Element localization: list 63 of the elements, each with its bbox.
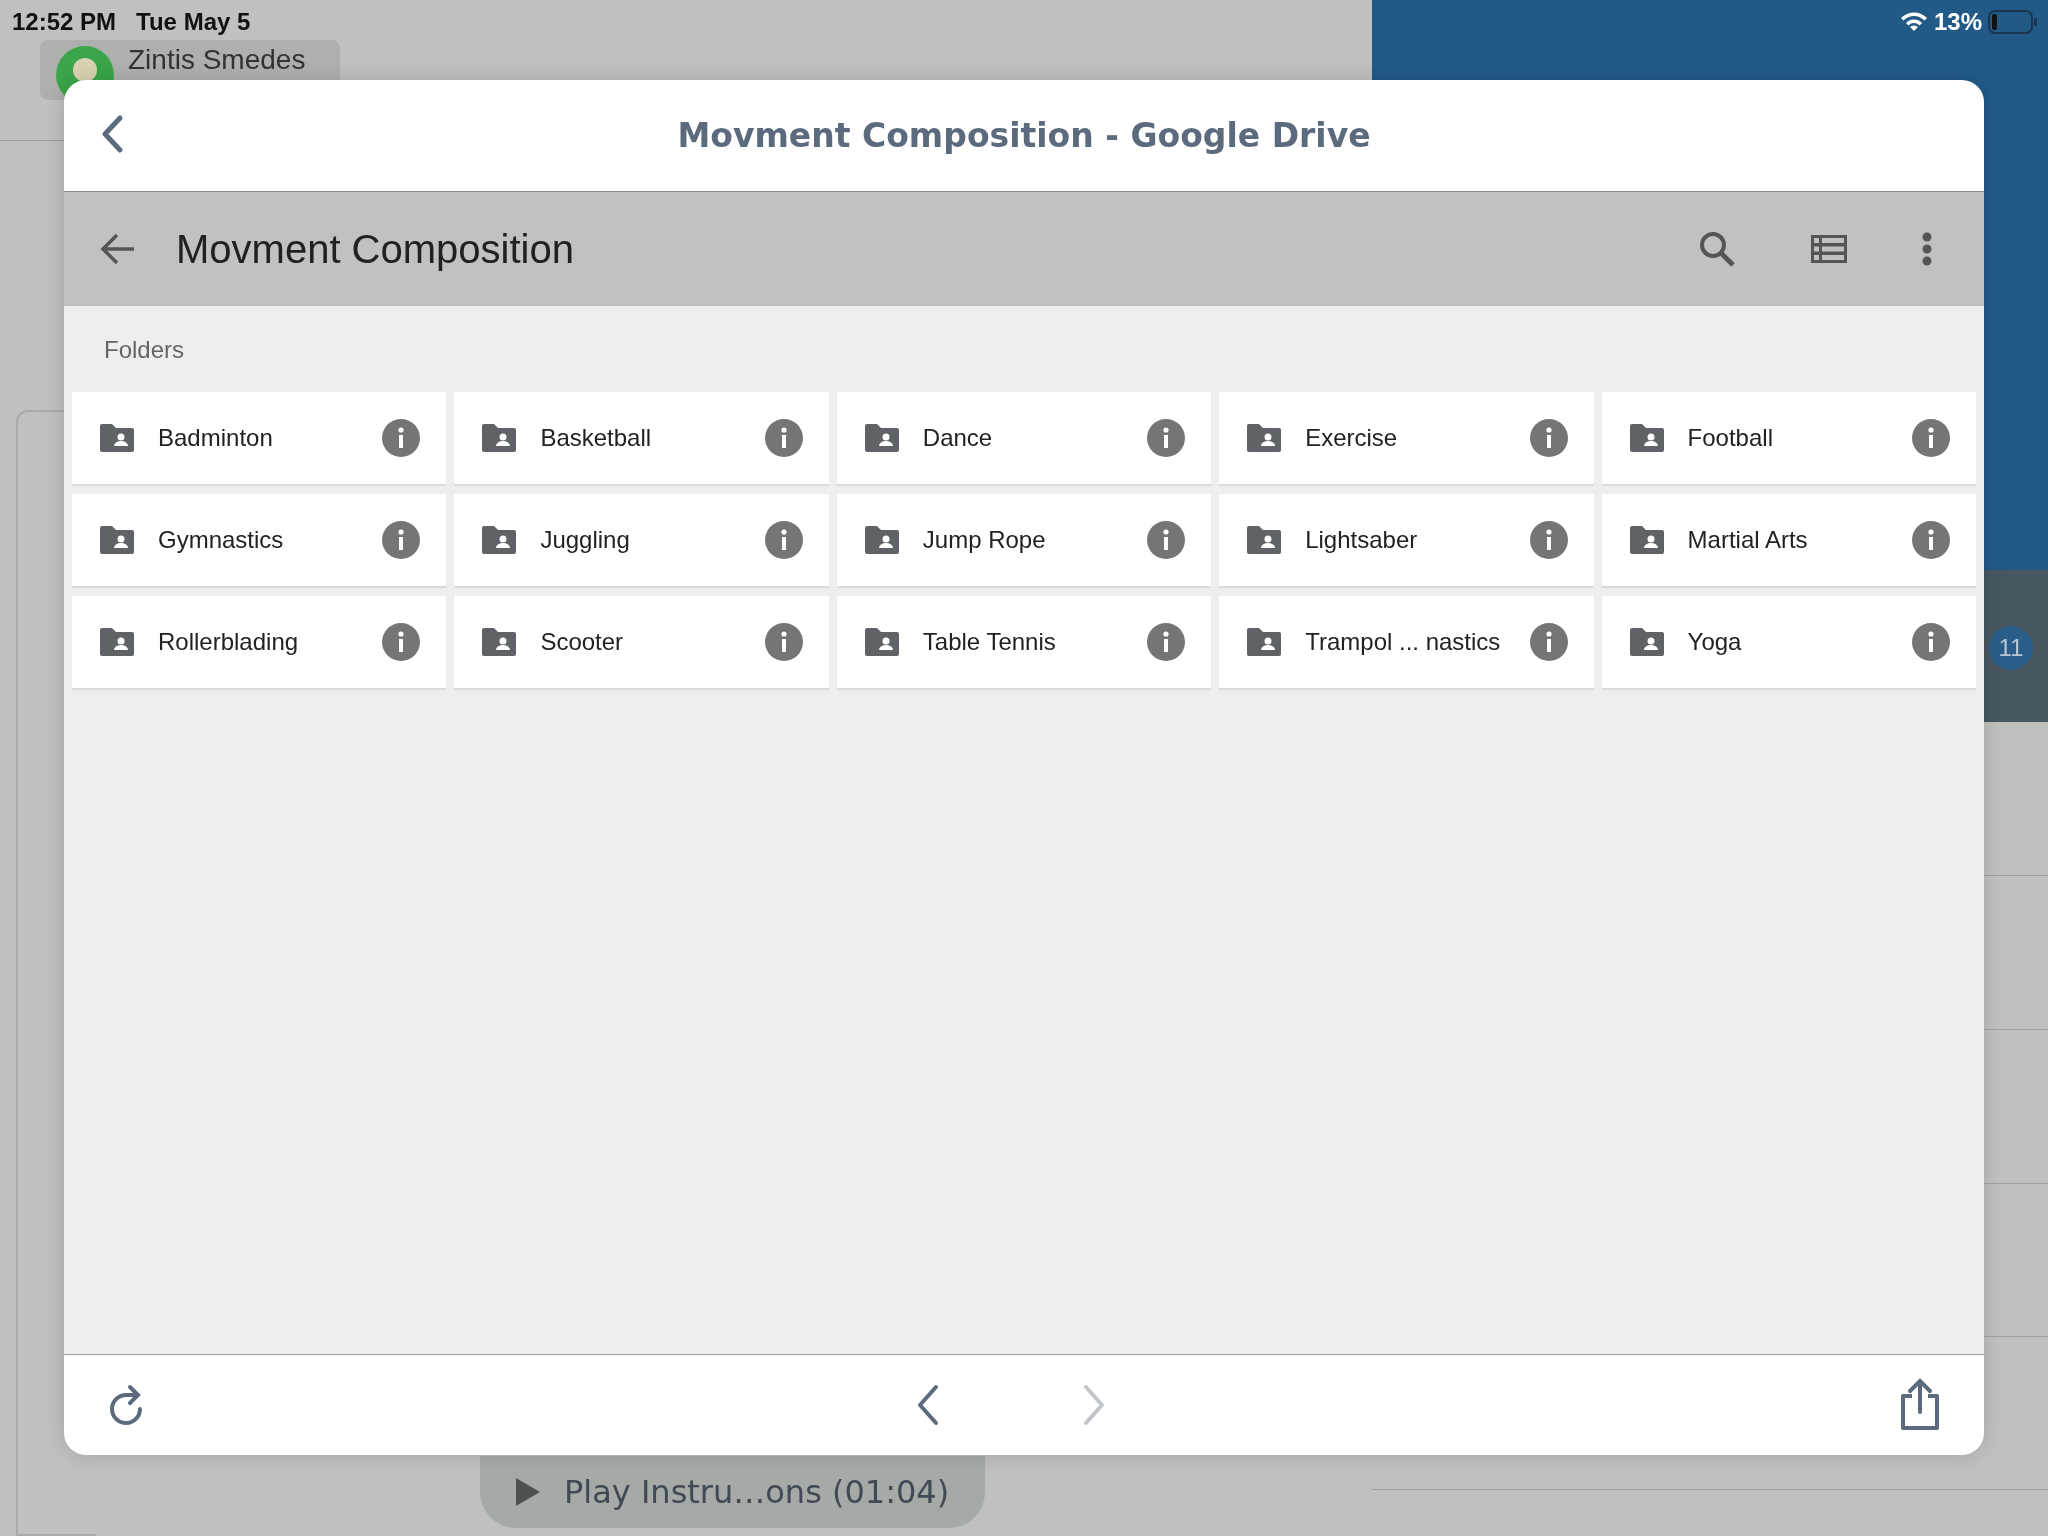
shared-folder-icon [1247,424,1282,452]
shared-folder-icon [1629,628,1664,656]
status-date: Tue May 5 [136,8,251,35]
shared-folder-icon [482,526,517,554]
status-time: 12:52 PM [12,8,117,35]
info-button[interactable] [382,521,421,559]
shared-folder-icon [100,424,134,452]
back-chevron-button[interactable] [100,114,124,154]
folder-tile[interactable]: Juggling [454,494,829,586]
battery-icon [1988,10,2038,34]
more-options-button[interactable] [1922,232,1932,266]
folder-tile[interactable]: Dance [836,392,1212,484]
shared-folder-icon [864,424,899,452]
folder-tile[interactable]: Exercise [1219,392,1594,484]
play-label: Play Instru…ons (01:04) [564,1472,950,1513]
info-button[interactable] [1912,623,1950,661]
shared-folder-icon [1629,526,1664,554]
shared-folder-icon [1629,424,1664,452]
shared-folder-icon [100,526,134,554]
search-button[interactable] [1698,230,1736,268]
shared-folder-icon [1247,526,1282,554]
shared-folder-icon [482,628,517,656]
shared-folder-icon [482,424,517,452]
info-button[interactable] [1147,623,1186,661]
folder-tile[interactable]: Badminton [72,392,447,484]
info-button[interactable] [382,419,421,457]
section-label: Folders [104,335,186,365]
info-button[interactable] [1147,419,1186,457]
folder-tile[interactable]: Trampol ... nastics [1219,596,1594,688]
shared-folder-icon [100,628,134,656]
info-button[interactable] [1529,419,1568,457]
info-button[interactable] [764,623,803,661]
info-button[interactable] [764,419,803,457]
info-button[interactable] [1529,623,1568,661]
info-button[interactable] [1147,521,1186,559]
info-button[interactable] [1912,419,1950,457]
play-icon [514,1476,542,1508]
info-button[interactable] [764,521,803,559]
dialog-title: Movment Composition - Google Drive [676,114,1372,157]
play-instructions-button[interactable]: Play Instru…ons (01:04) [480,1456,986,1528]
shared-folder-icon [864,526,899,554]
shared-folder-icon [864,628,899,656]
folder-tile[interactable]: Gymnastics [72,494,447,586]
folder-tile[interactable]: Martial Arts [1601,494,1976,586]
info-button[interactable] [382,623,421,661]
info-button[interactable] [1912,521,1950,559]
share-button[interactable] [1898,1378,1942,1432]
info-button[interactable] [1529,521,1568,559]
wifi-icon [1899,11,1928,33]
list-view-button[interactable] [1810,234,1848,264]
battery-percent: 13% [1933,7,1982,37]
folder-tile[interactable]: Rollerblading [72,596,447,688]
user-name: Zintis Smedes [128,46,306,74]
folder-tile[interactable]: Basketball [454,392,829,484]
back-arrow-button[interactable] [100,232,136,266]
folder-tile[interactable]: Yoga [1601,596,1976,688]
folder-tile[interactable]: Scooter [454,596,829,688]
folder-tile[interactable]: Lightsaber [1219,494,1594,586]
folder-tile[interactable]: Football [1601,392,1976,484]
folder-title: Movment Composition [176,226,575,273]
folder-tile[interactable]: Jump Rope [836,494,1212,586]
shared-folder-icon [1247,628,1282,656]
folder-tile[interactable]: Table Tennis [836,596,1212,688]
